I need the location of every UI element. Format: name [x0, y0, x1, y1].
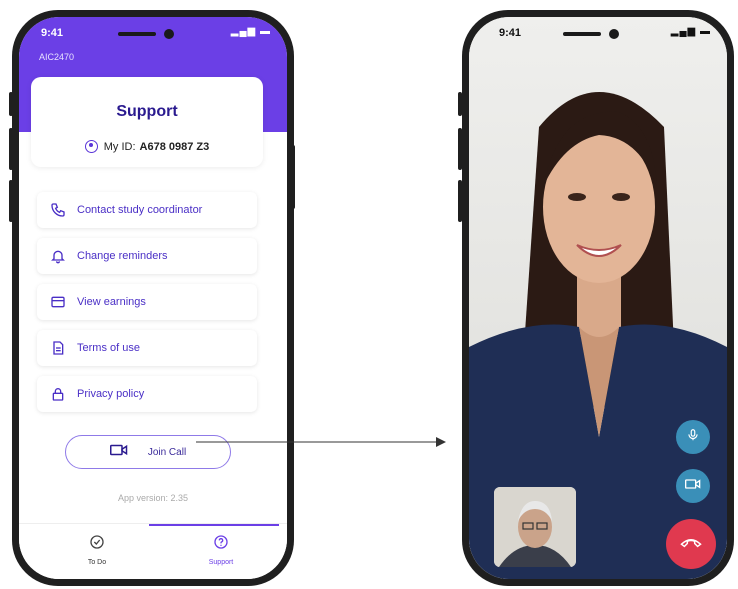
- signal-icon: ▂▄▆: [670, 26, 697, 37]
- status-time: 9:41: [499, 27, 522, 39]
- microphone-icon: [686, 427, 700, 448]
- microphone-button[interactable]: [676, 420, 710, 454]
- battery-icon: ▬: [700, 26, 711, 37]
- right-phone-frame: 9:41 ▂▄▆ ▬: [462, 10, 734, 586]
- status-icons: ▂▄▆ ▬: [671, 26, 711, 37]
- video-camera-icon: [685, 477, 701, 495]
- notch: [563, 29, 633, 39]
- self-view-thumbnail[interactable]: [494, 487, 576, 567]
- end-call-icon: [680, 535, 702, 553]
- end-call-button[interactable]: [666, 519, 716, 569]
- video-call-screen: 9:41 ▂▄▆ ▬: [469, 17, 727, 579]
- camera-toggle-button[interactable]: [676, 469, 710, 503]
- self-participant-video: [494, 487, 576, 567]
